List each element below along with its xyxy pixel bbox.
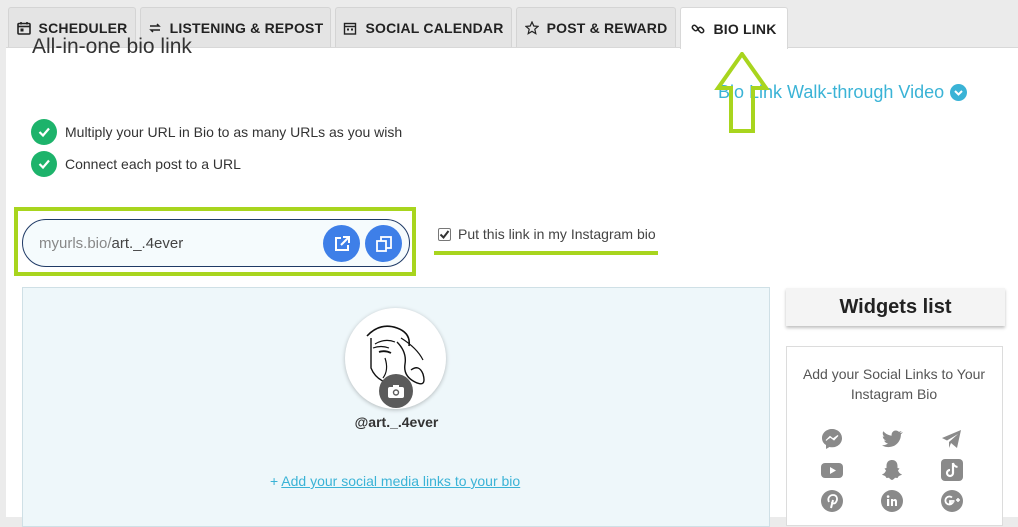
linkedin-icon[interactable] — [880, 489, 904, 513]
twitter-icon[interactable] — [880, 427, 904, 451]
feature-text: Connect each post to a URL — [65, 156, 241, 172]
tab-label: SOCIAL CALENDAR — [365, 20, 504, 36]
calendar-grid-icon — [344, 22, 357, 35]
star-icon — [524, 21, 539, 35]
widgets-description: Add your Social Links to Your Instagram … — [802, 366, 986, 402]
chevron-down-icon — [950, 84, 968, 101]
camera-icon — [388, 384, 404, 398]
external-link-icon — [334, 235, 350, 251]
youtube-icon[interactable] — [820, 458, 844, 482]
instagram-bio-checkbox[interactable]: Put this link in my Instagram bio — [438, 226, 656, 242]
add-social-links-link[interactable]: + Add your social media links to your bi… — [270, 473, 520, 489]
url-handle: art._.4ever — [111, 234, 184, 252]
add-social-label: Add your social media links to your bio — [281, 473, 521, 489]
preview-username: @art._.4ever — [354, 414, 439, 430]
checkbox[interactable] — [438, 227, 451, 241]
pinterest-icon[interactable] — [820, 489, 844, 513]
checkbox-label: Put this link in my Instagram bio — [458, 226, 656, 242]
telegram-icon[interactable] — [940, 427, 964, 451]
url-prefix: myurls.bio/ — [39, 234, 112, 252]
tab-social-calendar[interactable]: SOCIAL CALENDAR — [335, 7, 512, 48]
tab-post-reward[interactable]: POST & REWARD — [516, 7, 676, 48]
check-circle-icon — [31, 119, 57, 145]
open-link-button[interactable] — [323, 225, 360, 262]
tab-label: BIO LINK — [713, 20, 777, 37]
plus-icon: + — [270, 473, 282, 489]
feature-item: Multiply your URL in Bio to as many URLs… — [31, 119, 402, 145]
highlight-arrow-icon — [714, 52, 770, 133]
link-icon — [692, 24, 705, 33]
tiktok-icon[interactable] — [940, 458, 964, 482]
tab-label: LISTENING & REPOST — [169, 20, 324, 36]
camera-button[interactable] — [379, 374, 413, 408]
copy-link-button[interactable] — [365, 225, 402, 262]
google-plus-icon[interactable] — [940, 489, 964, 513]
tab-bio-link[interactable]: BIO LINK — [680, 7, 788, 49]
copy-icon — [375, 235, 392, 252]
calendar-icon — [16, 22, 31, 35]
tab-label: SCHEDULER — [38, 20, 128, 36]
highlight-underline — [434, 251, 658, 255]
messenger-icon[interactable] — [820, 427, 844, 451]
widgets-list-title: Widgets list — [786, 288, 1005, 326]
tab-label: POST & REWARD — [546, 20, 668, 36]
snapchat-icon[interactable] — [880, 458, 904, 482]
check-circle-icon — [31, 151, 57, 177]
page-title: All-in-one bio link — [32, 35, 192, 58]
feature-item: Connect each post to a URL — [31, 151, 241, 177]
repost-icon — [148, 23, 161, 33]
feature-text: Multiply your URL in Bio to as many URLs… — [65, 124, 403, 140]
